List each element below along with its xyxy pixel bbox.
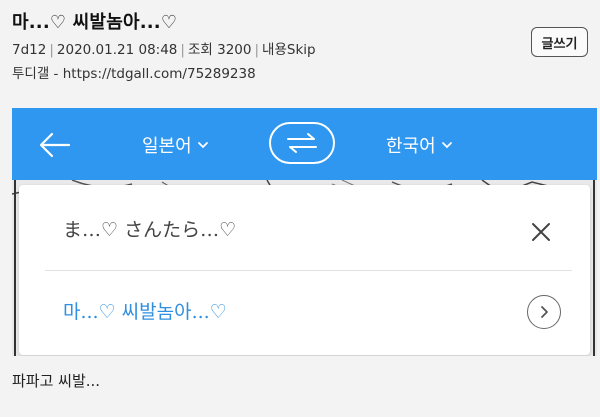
swap-languages-button[interactable] — [269, 122, 335, 164]
embedded-screenshot: 일본어 한국어 ま…♡ さんたら…♡ 마...♡ 씨발놈아...♡ — [12, 108, 597, 356]
translator-toolbar: 일본어 한국어 — [12, 108, 597, 180]
target-language-label: 한국어 — [386, 136, 436, 157]
target-language-select[interactable]: 한국어 — [386, 132, 453, 158]
post-title: 마...♡ 씨발놈아...♡ — [12, 12, 178, 33]
post-meta: 7d12 | 2020.01.21 08:48 | 조회 3200 | 내용Skip — [12, 38, 316, 58]
swap-arrows-icon — [287, 133, 317, 153]
close-icon[interactable] — [531, 222, 551, 242]
open-translation-button[interactable] — [527, 295, 561, 329]
chevron-right-circle-icon — [541, 306, 548, 318]
post-source[interactable]: 투디갤 - https://tdgall.com/75289238 — [12, 62, 256, 82]
skip-link[interactable]: 내용Skip — [262, 42, 316, 58]
post-author[interactable]: 7d12 — [12, 42, 46, 58]
arrow-left-icon[interactable] — [38, 130, 72, 160]
meta-separator: | — [254, 42, 260, 58]
source-text[interactable]: ま…♡ さんたら…♡ — [63, 215, 236, 242]
post-views: 조회 3200 — [187, 42, 252, 58]
post-caption: 파파고 씨발... — [12, 372, 101, 390]
post-date: 2020.01.21 08:48 — [56, 42, 178, 58]
meta-separator: | — [49, 42, 54, 58]
divider — [45, 270, 572, 271]
translated-text[interactable]: 마...♡ 씨발놈아...♡ — [63, 297, 227, 324]
chevron-down-icon — [441, 142, 452, 149]
write-button[interactable]: 글쓰기 — [531, 27, 588, 57]
source-language-select[interactable]: 일본어 — [142, 132, 209, 158]
translation-popup: ま…♡ さんたら…♡ 마...♡ 씨발놈아...♡ — [19, 185, 590, 355]
source-language-label: 일본어 — [142, 136, 192, 157]
post-header: 마...♡ 씨발놈아...♡ 7d12 | 2020.01.21 08:48 | 조회 … — [0, 0, 600, 93]
meta-separator: | — [180, 42, 185, 58]
chevron-down-icon — [197, 142, 208, 149]
